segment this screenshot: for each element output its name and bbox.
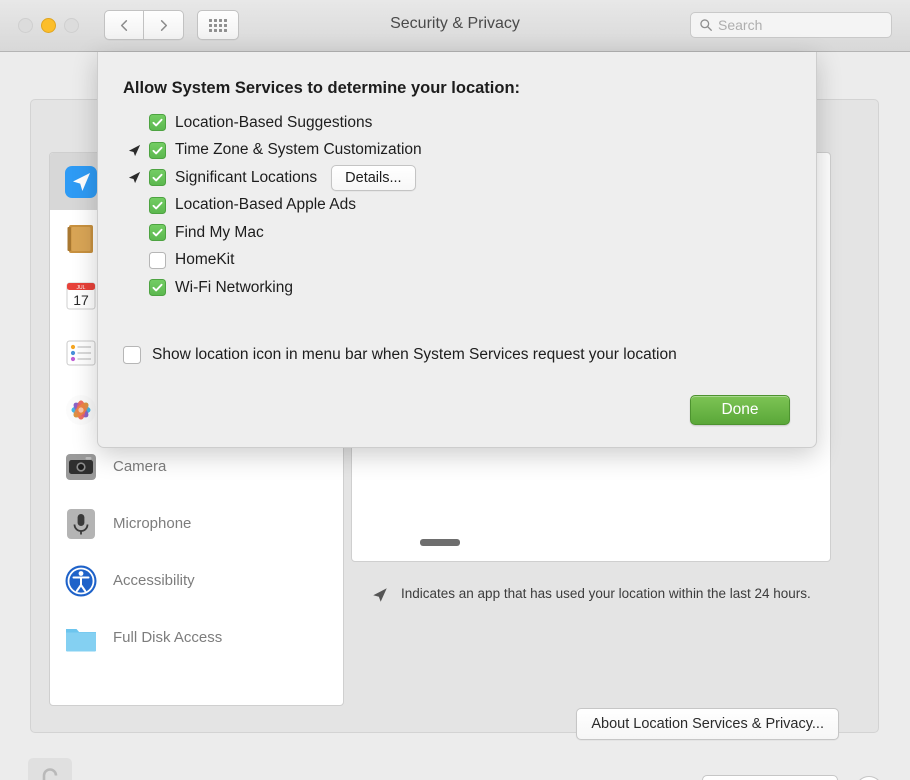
service-label: Find My Mac [175,223,264,241]
service-checkbox[interactable] [149,279,166,297]
show-location-icon-label: Show location icon in menu bar when Syst… [152,346,677,363]
window-titlebar: Security & Privacy Search [0,0,910,52]
sheet-title: Allow System Services to determine your … [123,79,521,97]
service-checkbox[interactable] [149,141,166,159]
service-row-find-my-mac[interactable]: Find My Mac [123,219,783,247]
location-arrow-icon [373,588,387,602]
recent-use-indicator [123,143,149,158]
about-location-services-button[interactable]: About Location Services & Privacy... [576,708,839,740]
service-checkbox[interactable] [149,196,166,214]
location-services-icon [65,165,97,198]
service-label: Location-Based Suggestions [175,113,373,131]
camera-icon [66,453,96,480]
sidebar-item-full-disk-access[interactable]: Full Disk Access [50,609,343,666]
location-arrow-icon [128,144,141,156]
recent-use-indicator [123,170,149,185]
folder-icon [66,628,96,651]
list-item[interactable] [420,539,460,546]
service-label: Time Zone & System Customization [175,141,422,159]
recent-use-hint-text: Indicates an app that has used your loca… [401,586,811,601]
service-row-homekit[interactable]: HomeKit [123,247,783,275]
sidebar-item-label: Microphone [113,515,192,532]
search-icon [700,19,712,31]
search-field[interactable]: Search [690,12,892,38]
checkmark-icon [152,119,163,127]
service-label: Wi-Fi Networking [175,278,293,296]
service-label: Significant Locations [175,168,318,186]
checkmark-icon [152,284,163,292]
service-checkbox[interactable] [149,169,166,187]
service-checkbox[interactable] [149,114,166,132]
search-placeholder: Search [718,17,763,33]
location-arrow-icon [128,172,141,184]
service-checkbox[interactable] [149,251,166,269]
sidebar-item-label: Camera [113,458,167,475]
sidebar-item-accessibility[interactable]: Accessibility [50,552,343,609]
svg-text:17: 17 [73,292,89,308]
service-label: Location-Based Apple Ads [175,196,356,214]
checkmark-icon [152,229,163,237]
system-services-list: Location-Based Suggestions Time Zone & S… [123,109,783,302]
sidebar-item-label: Accessibility [113,572,195,589]
recent-use-hint: Indicates an app that has used your loca… [371,584,841,604]
advanced-button[interactable]: Advanced... [702,775,838,780]
done-button[interactable]: Done [690,395,790,425]
system-services-sheet: Allow System Services to determine your … [97,52,817,448]
show-location-icon-checkbox[interactable] [123,346,141,364]
significant-locations-details-button[interactable]: Details... [331,164,416,191]
svg-text:JUL: JUL [77,285,86,291]
photos-icon [66,394,96,425]
reminders-icon [66,340,96,365]
service-row-location-based-apple-ads[interactable]: Location-Based Apple Ads [123,192,783,220]
checkmark-icon [152,146,163,155]
service-label: HomeKit [175,251,235,269]
service-row-location-based-suggestions[interactable]: Location-Based Suggestions [123,109,783,137]
sidebar-item-label: Full Disk Access [113,629,223,646]
lock-button[interactable] [28,758,72,780]
show-location-icon-option[interactable]: Show location icon in menu bar when Syst… [123,346,677,364]
service-checkbox[interactable] [149,224,166,242]
service-row-significant-locations[interactable]: Significant Locations Details... [123,164,783,192]
security-privacy-window: Security & Privacy Search JUL 17 Camera … [0,0,910,780]
calendar-icon: JUL 17 [66,282,96,309]
microphone-icon [67,508,95,539]
help-button[interactable]: ? [855,776,883,780]
checkmark-icon [152,174,163,182]
service-row-wifi-networking[interactable]: Wi-Fi Networking [123,274,783,302]
sidebar-item-microphone[interactable]: Microphone [50,495,343,552]
contacts-icon [67,224,93,253]
checkmark-icon [152,201,163,210]
accessibility-icon [65,565,97,596]
service-row-time-zone-system-customization[interactable]: Time Zone & System Customization [123,137,783,165]
unlocked-padlock-icon [42,768,58,780]
